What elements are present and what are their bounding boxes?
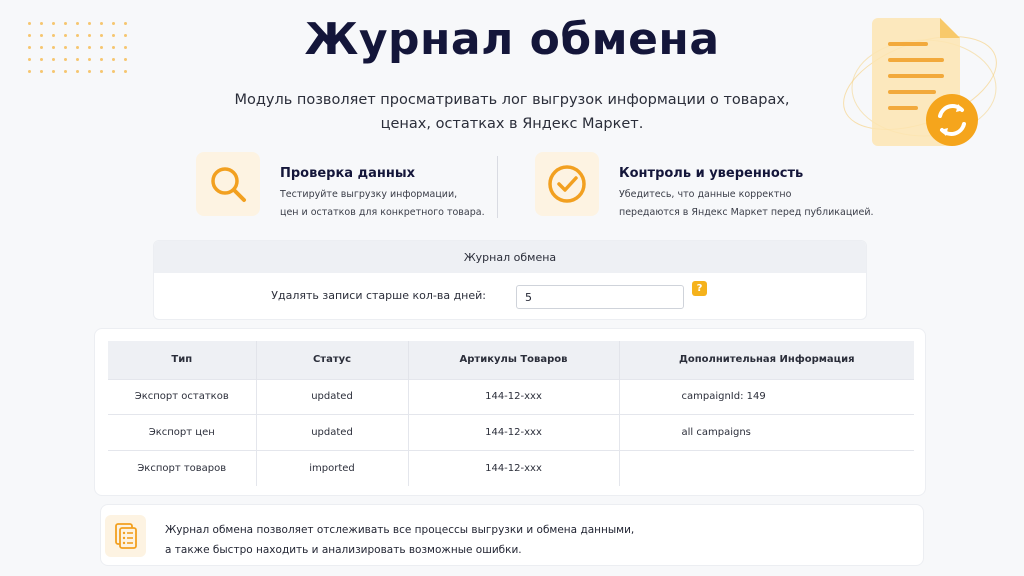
exchange-log-settings-panel: Журнал обмена Удалять записи старше кол-… [153, 240, 867, 320]
cell-type: Экспорт остатков [108, 378, 257, 415]
table-header-row: Тип Статус Артикулы Товаров Дополнительн… [108, 341, 914, 379]
check-circle-icon [535, 152, 599, 216]
feature-title: Контроль и уверенность [619, 166, 804, 181]
table-row: Экспорт цен updated 144-12-xxx all campa… [108, 414, 914, 450]
feature-description-line: Тестируйте выгрузку информации, [280, 189, 458, 200]
cell-status: updated [256, 414, 409, 450]
exchange-log-table-card: Тип Статус Артикулы Товаров Дополнительн… [94, 328, 926, 496]
settings-row: Удалять записи старше кол-ва дней: ? [154, 273, 866, 319]
feature-data-check: Проверка данных Тестируйте выгрузку инфо… [196, 152, 492, 222]
cell-info [619, 449, 914, 486]
cell-type: Экспорт цен [108, 414, 257, 450]
settings-header: Журнал обмена [154, 241, 866, 273]
feature-control: Контроль и уверенность Убедитесь, что да… [535, 152, 874, 222]
feature-description: Убедитесь, что данные корректно передают… [619, 186, 874, 222]
column-header-info: Дополнительная Информация [619, 341, 914, 379]
exchange-log-table: Тип Статус Артикулы Товаров Дополнительн… [108, 341, 914, 486]
subtitle-line-2: ценах, остатках в Яндекс Маркет. [380, 116, 644, 132]
document-sync-illustration-icon [843, 18, 997, 146]
cell-status: updated [256, 378, 409, 415]
feature-description-line: Убедитесь, что данные корректно [619, 189, 792, 200]
column-header-skus: Артикулы Товаров [408, 341, 620, 379]
cell-skus: 144-12-xxx [408, 449, 620, 486]
cell-info: campaignId: 149 [619, 378, 914, 415]
cell-skus: 144-12-xxx [408, 378, 620, 415]
table-row: Экспорт остатков updated 144-12-xxx camp… [108, 378, 914, 415]
help-icon[interactable]: ? [692, 281, 707, 296]
feature-description-line: цен и остатков для конкретного товара. [280, 207, 485, 218]
retention-days-label: Удалять записи старше кол-ва дней: [271, 289, 486, 302]
cell-status: imported [256, 449, 409, 486]
subtitle-line-1: Модуль позволяет просматривать лог выгру… [234, 92, 790, 108]
document-list-icon [105, 515, 146, 557]
note-line-1: Журнал обмена позволяет отслеживать все … [165, 524, 635, 536]
feature-description-line: передаются в Яндекс Маркет перед публика… [619, 207, 874, 218]
page-subtitle: Модуль позволяет просматривать лог выгру… [200, 88, 824, 136]
note-line-2: а также быстро находить и анализировать … [165, 544, 522, 556]
feature-divider [497, 156, 498, 218]
column-header-status: Статус [256, 341, 409, 379]
cell-skus: 144-12-xxx [408, 414, 620, 450]
column-header-type: Тип [108, 341, 257, 379]
note-text: Журнал обмена позволяет отслеживать все … [165, 520, 634, 560]
cell-info: all campaigns [619, 414, 914, 450]
retention-days-input[interactable] [516, 285, 684, 309]
feature-description: Тестируйте выгрузку информации, цен и ос… [280, 186, 485, 222]
cell-type: Экспорт товаров [108, 449, 257, 486]
feature-title: Проверка данных [280, 166, 415, 181]
info-note: Журнал обмена позволяет отслеживать все … [100, 504, 924, 566]
search-icon [196, 152, 260, 216]
table-row: Экспорт товаров imported 144-12-xxx [108, 449, 914, 486]
